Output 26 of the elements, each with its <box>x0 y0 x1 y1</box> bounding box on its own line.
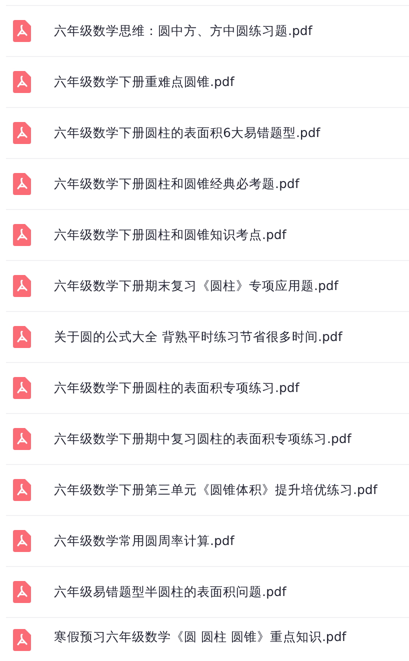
pdf-file-icon <box>13 173 31 195</box>
pdf-file-icon <box>13 377 31 399</box>
pdf-file-icon <box>13 224 31 246</box>
file-name[interactable]: 关于圆的公式大全 背熟平时练习节省很多时间.pdf <box>54 328 342 346</box>
pdf-file-icon <box>13 71 31 93</box>
file-name[interactable]: 六年级数学下册圆柱的表面积6大易错题型.pdf <box>54 124 320 142</box>
pdf-file-icon <box>13 530 31 552</box>
pdf-file-icon <box>13 122 31 144</box>
file-name[interactable]: 六年级数学下册期末复习《圆柱》专项应用题.pdf <box>54 278 338 294</box>
file-name[interactable]: 六年级易错题型半圆柱的表面积问题.pdf <box>54 584 286 600</box>
file-name[interactable]: 六年级数学下册期中复习圆柱的表面积专项练习.pdf <box>54 430 352 448</box>
pdf-file-icon <box>13 428 31 450</box>
pdf-file-icon <box>13 479 31 501</box>
file-name[interactable]: 寒假预习六年级数学《圆 圆柱 圆锥》重点知识.pdf <box>54 629 346 646</box>
pdf-file-icon <box>13 20 31 42</box>
pdf-file-icon <box>13 629 31 651</box>
pdf-file-icon <box>13 326 31 348</box>
file-name[interactable]: 六年级数学下册重难点圆锥.pdf <box>54 74 234 90</box>
file-name[interactable]: 六年级数学下册圆柱和圆锥经典必考题.pdf <box>54 176 300 192</box>
file-name[interactable]: 六年级数学下册第三单元《圆锥体积》提升培优练习.pdf <box>54 482 378 498</box>
file-name[interactable]: 六年级数学下册圆柱和圆锥知识考点.pdf <box>54 226 286 244</box>
file-name[interactable]: 六年级数学下册圆柱的表面积专项练习.pdf <box>54 380 300 396</box>
pdf-file-icon <box>13 275 31 297</box>
file-name[interactable]: 六年级数学思维：圆中方、方中圆练习题.pdf <box>54 22 312 40</box>
pdf-file-icon <box>13 581 31 603</box>
file-name[interactable]: 六年级数学常用圆周率计算.pdf <box>54 532 234 550</box>
